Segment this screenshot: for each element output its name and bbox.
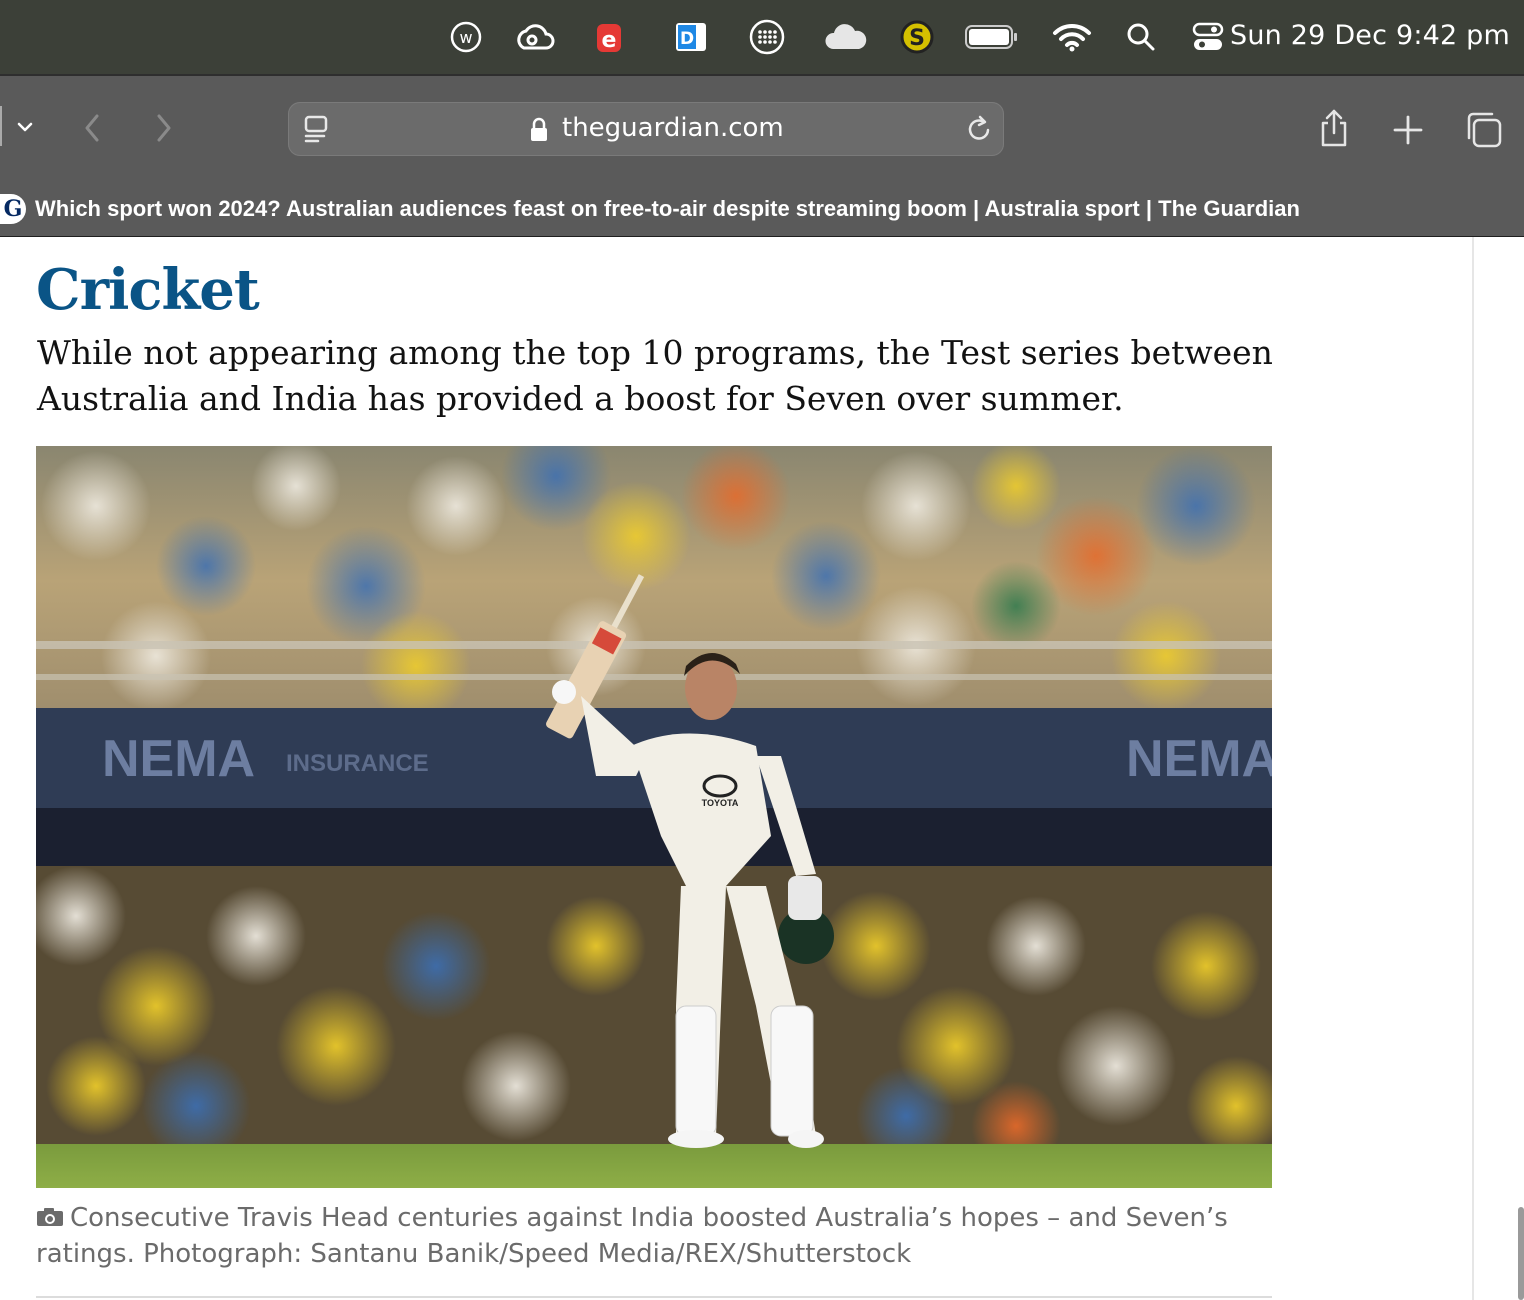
address-bar[interactable]: theguardian.com [288,102,1004,156]
sidebar-divider [0,106,8,146]
reload-icon[interactable] [964,114,994,149]
chevron-left-icon [85,114,99,142]
share-icon [1321,109,1347,147]
search-icon[interactable] [1124,18,1158,56]
shirt-sponsor: TOYOTA [702,798,739,808]
s-app-icon[interactable]: S [898,18,936,56]
back-button[interactable] [76,108,108,148]
svg-text:D: D [680,29,694,49]
stand-sign-left: NEMA [102,730,255,788]
creative-cloud-icon[interactable] [514,18,556,56]
url-text[interactable]: theguardian.com [562,113,784,143]
new-tab-button[interactable] [1388,110,1428,150]
wifi-icon[interactable] [1052,18,1092,56]
forward-button[interactable] [148,108,180,148]
dots-grid-icon[interactable] [748,18,786,56]
browser-toolbar: theguardian.com [0,74,1524,184]
photo-caption-text: Consecutive Travis Head centuries agains… [36,1203,1228,1269]
w-app-icon[interactable]: w [448,18,484,56]
e-app-icon[interactable]: e [594,18,624,56]
control-center-icon[interactable] [1190,18,1226,56]
tab-overview-button[interactable] [1462,108,1506,152]
article-content: Cricket While not appearing among the to… [0,237,1524,1300]
reader-view-icon[interactable] [302,114,330,149]
tab-bar: G Which sport won 2024? Australian audie… [0,182,1524,237]
svg-text:e: e [602,28,617,53]
tab-title[interactable]: Which sport won 2024? Australian audienc… [35,196,1300,222]
menu-bar-clock[interactable]: Sun 29 Dec 9:42 pm [1230,20,1510,51]
svg-text:w: w [459,28,472,47]
cloud-icon[interactable] [824,18,868,56]
plus-icon [1393,115,1423,145]
section-heading: Cricket [36,257,260,323]
share-button[interactable] [1314,106,1354,150]
guardian-favicon: G [0,194,26,224]
dashlane-icon[interactable]: D [674,18,708,56]
cricketer-celebration-image: NEMA INSURANCE NEMA TOYOTA [36,446,1272,1188]
right-column-border [1472,237,1474,1300]
svg-text:S: S [909,26,925,51]
photo-caption: Consecutive Travis Head centuries agains… [36,1200,1276,1272]
stand-sign-mid: INSURANCE [286,750,429,777]
battery-icon[interactable] [964,18,1020,56]
section-lede: While not appearing among the top 10 pro… [37,333,1273,418]
stand-sign-right: NEMA [1126,730,1272,788]
chevron-right-icon [157,114,171,142]
scrollbar[interactable] [1518,1207,1524,1300]
article-photo: NEMA INSURANCE NEMA TOYOTA [36,446,1272,1188]
divider [36,1296,1272,1298]
tabs-icon [1467,112,1502,148]
chevron-down-icon[interactable] [12,110,38,144]
camera-icon [37,1208,63,1226]
menu-bar: w e D S Sun 29 Dec 9:42 pm [0,0,1524,74]
lock-icon [528,116,550,149]
